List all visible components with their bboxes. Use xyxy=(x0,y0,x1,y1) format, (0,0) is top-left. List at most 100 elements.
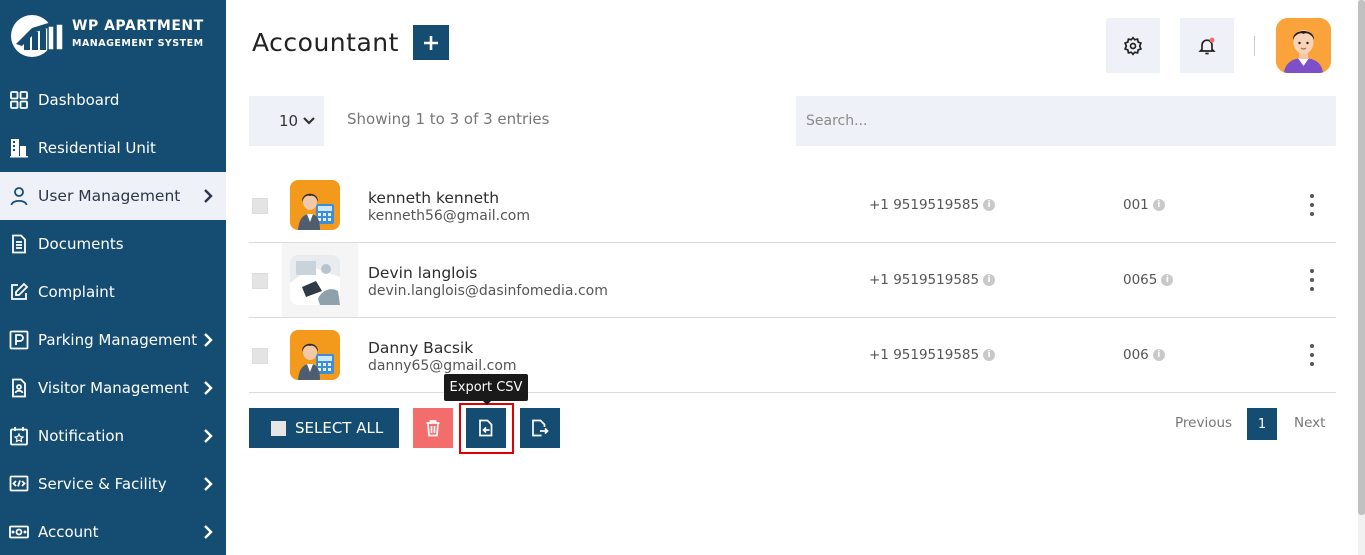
sidebar-item-label: Account xyxy=(38,523,99,541)
sidebar-item-label: Complaint xyxy=(38,283,115,301)
notifications-button[interactable] xyxy=(1180,18,1234,73)
select-all-button[interactable]: SELECT ALL xyxy=(249,408,399,448)
row-checkbox[interactable] xyxy=(252,273,268,289)
chevron-right-icon xyxy=(204,525,213,539)
accountant-avatar xyxy=(290,180,340,230)
service-icon xyxy=(8,473,30,495)
chevron-right-icon xyxy=(204,333,213,347)
user-avatar[interactable] xyxy=(1276,18,1331,73)
page-size-select[interactable]: 10 xyxy=(249,96,324,146)
row-phone-value: +1 9519519585 xyxy=(869,272,980,288)
info-icon[interactable]: i xyxy=(983,274,996,286)
file-import-icon xyxy=(532,419,549,437)
sidebar-item-user-management[interactable]: User Management xyxy=(0,172,226,220)
row-phone: +1 9519519585 i xyxy=(869,272,996,288)
sidebar-nav: Dashboard Residential Unit User Manageme… xyxy=(0,76,226,555)
row-phone-value: +1 9519519585 xyxy=(869,197,980,213)
dashboard-grid-icon xyxy=(8,89,30,111)
row-name: Devin langlois xyxy=(368,264,478,282)
chevron-right-icon xyxy=(204,477,213,491)
edit-icon xyxy=(8,281,30,303)
person-avatar-icon xyxy=(1276,18,1331,73)
building-icon xyxy=(8,137,30,159)
visitor-icon xyxy=(8,377,30,399)
bell-icon xyxy=(1198,37,1216,54)
entries-info: Showing 1 to 3 of 3 entries xyxy=(347,110,550,128)
info-icon[interactable]: i xyxy=(983,199,996,211)
info-icon[interactable]: i xyxy=(1152,349,1165,361)
sidebar-item-residential-unit[interactable]: Residential Unit xyxy=(0,124,226,172)
sidebar-item-complaint[interactable]: Complaint xyxy=(0,268,226,316)
info-icon[interactable]: i xyxy=(1152,199,1165,211)
add-accountant-button[interactable] xyxy=(413,25,449,60)
sidebar: WP APARTMENT MANAGEMENT SYSTEM Dashboard… xyxy=(0,0,226,555)
import-button[interactable] xyxy=(520,408,560,448)
plus-icon xyxy=(424,35,438,50)
parking-icon xyxy=(8,329,30,351)
select-all-checkbox xyxy=(271,420,286,436)
chevron-right-icon xyxy=(204,189,213,203)
app-root: WP APARTMENT MANAGEMENT SYSTEM Dashboard… xyxy=(0,0,1365,555)
page-scrollbar[interactable] xyxy=(1358,0,1365,555)
sidebar-item-label: Parking Management xyxy=(38,331,198,349)
chevron-right-icon xyxy=(204,381,213,395)
header-divider xyxy=(1254,36,1255,56)
logo[interactable]: WP APARTMENT MANAGEMENT SYSTEM xyxy=(10,12,220,60)
export-csv-tooltip: Export CSV xyxy=(444,374,528,401)
page-size-value: 10 xyxy=(279,112,299,130)
document-icon xyxy=(8,233,30,255)
sidebar-item-label: User Management xyxy=(38,187,181,205)
info-icon[interactable]: i xyxy=(1161,274,1174,286)
scrollbar-thumb[interactable] xyxy=(1358,0,1365,515)
row-code: 006 i xyxy=(1123,347,1165,363)
sidebar-item-parking-management[interactable]: Parking Management xyxy=(0,316,226,364)
row-code-value: 0065 xyxy=(1123,272,1158,288)
row-phone-value: +1 9519519585 xyxy=(869,347,980,363)
gear-icon xyxy=(1123,35,1143,56)
calendar-star-icon xyxy=(8,425,30,447)
row-more-menu-icon[interactable] xyxy=(1305,190,1319,220)
sidebar-item-label: Notification xyxy=(38,427,125,445)
logo-subtitle: MANAGEMENT SYSTEM xyxy=(72,38,204,49)
sidebar-item-visitor-management[interactable]: Visitor Management xyxy=(0,364,226,412)
row-checkbox[interactable] xyxy=(252,348,268,364)
accountant-avatar xyxy=(290,330,340,380)
row-code: 001 i xyxy=(1123,197,1165,213)
sidebar-item-dashboard[interactable]: Dashboard xyxy=(0,76,226,124)
export-csv-highlight xyxy=(459,403,514,454)
chevron-down-icon xyxy=(303,117,315,125)
delete-button[interactable] xyxy=(413,408,453,448)
sidebar-item-account[interactable]: Account xyxy=(0,508,226,555)
search-input[interactable] xyxy=(796,96,1336,146)
tooltip-arrow xyxy=(482,400,492,405)
trash-icon xyxy=(426,420,440,437)
row-checkbox[interactable] xyxy=(252,198,268,214)
sidebar-item-label: Service & Facility xyxy=(38,475,167,493)
row-code-value: 006 xyxy=(1123,347,1149,363)
sidebar-item-documents[interactable]: Documents xyxy=(0,220,226,268)
settings-button[interactable] xyxy=(1106,18,1160,73)
money-icon xyxy=(8,521,30,543)
info-icon[interactable]: i xyxy=(983,349,996,361)
sidebar-item-notification[interactable]: Notification xyxy=(0,412,226,460)
sidebar-item-service-facility[interactable]: Service & Facility xyxy=(0,460,226,508)
row-name: Danny Bacsik xyxy=(368,339,474,357)
row-name: kenneth kenneth xyxy=(368,189,500,207)
sidebar-item-label: Visitor Management xyxy=(38,379,189,397)
row-email: devin.langlois@dasinfomedia.com xyxy=(368,283,608,299)
table-row: Devin langlois devin.langlois@dasinfomed… xyxy=(249,243,1336,318)
select-all-label: SELECT ALL xyxy=(295,419,384,437)
row-email: kenneth56@gmail.com xyxy=(368,208,530,224)
row-phone: +1 9519519585 i xyxy=(869,347,996,363)
row-code-value: 001 xyxy=(1123,197,1149,213)
sidebar-item-label: Dashboard xyxy=(38,91,120,109)
row-email: danny65@gmail.com xyxy=(368,358,517,374)
row-more-menu-icon[interactable] xyxy=(1305,340,1319,370)
chevron-right-icon xyxy=(204,429,213,443)
table-row: kenneth kenneth kenneth56@gmail.com +1 9… xyxy=(249,168,1336,243)
row-more-menu-icon[interactable] xyxy=(1305,265,1319,295)
pagination-previous[interactable]: Previous xyxy=(1175,415,1232,431)
pagination-page-1[interactable]: 1 xyxy=(1247,408,1277,440)
table-row: Danny Bacsik danny65@gmail.com +1 951951… xyxy=(249,318,1336,393)
pagination-next[interactable]: Next xyxy=(1294,415,1325,431)
